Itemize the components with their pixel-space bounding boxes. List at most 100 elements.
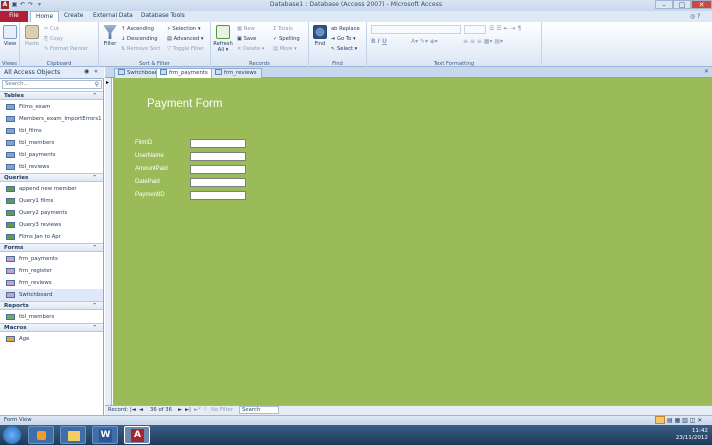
collapse-chevron-icon[interactable]: ⌃ [92,302,97,310]
totals-button[interactable]: Σ Totals [273,25,293,33]
media-player-taskbar-button[interactable] [28,426,54,444]
record-search-placeholder: Search [242,407,261,413]
nav-search-input[interactable]: Search... ⚲ [2,80,102,89]
filter-status[interactable]: No Filter [211,406,233,415]
nav-item[interactable]: tbl_films [0,125,103,137]
nav-item[interactable]: Query2 payments [0,207,103,219]
maximize-button[interactable]: □ [673,0,691,9]
amountpaid-field[interactable] [190,165,246,174]
close-button[interactable]: ✕ [691,0,712,9]
collapse-chevron-icon[interactable]: ⌃ [92,92,97,100]
system-clock[interactable]: 11:42 23/11/2012 [676,428,708,442]
view-switcher-icons[interactable]: ▤ ▦ ▥ ◫ ✕ [667,416,702,425]
prev-record-button[interactable]: ◄ [139,406,143,415]
nav-item[interactable]: Films Jan to Apr [0,231,103,243]
paste-button[interactable]: Paste [23,25,41,47]
next-record-button[interactable]: ► [178,406,182,415]
spelling-button[interactable]: ✓ Spelling [273,35,300,43]
paymentid-field[interactable] [190,191,246,200]
datepaid-field[interactable] [190,178,246,187]
nav-section-tables[interactable]: Tables ⌃ [0,91,103,100]
font-size-combo[interactable] [464,25,486,34]
nav-collapse-icon[interactable]: « [94,68,98,75]
cut-button[interactable]: ✂ Cut [44,25,59,33]
tab-file[interactable]: File [0,11,28,22]
record-search-input[interactable]: Search [239,406,279,414]
doc-tab-frm-payments[interactable]: frm_payments [156,68,213,78]
collapse-chevron-icon[interactable]: ⌃ [92,244,97,252]
doc-tab-frm-reviews[interactable]: frm_reviews [211,68,262,78]
list-icons[interactable]: ☰ ☰ ⇤ ⇥ ¶ [489,25,521,32]
first-record-button[interactable]: |◄ [130,406,136,415]
refresh-all-button[interactable]: Refresh All ▾ [213,25,233,53]
nav-item[interactable]: Switchboard [0,289,103,301]
nav-menu-chevron-icon[interactable]: ◉ [84,68,89,75]
nav-item[interactable]: frm_payments [0,253,103,265]
nav-item[interactable]: Members_exam_ImportErrors1 [0,113,103,125]
nav-item[interactable]: Query1 films [0,195,103,207]
collapse-chevron-icon[interactable]: ⌃ [92,174,97,182]
find-button[interactable]: Find [312,25,328,47]
nav-item[interactable]: tbl_members [0,137,103,149]
explorer-taskbar-button[interactable] [60,426,86,444]
tab-database-tools[interactable]: Database Tools [136,11,190,22]
word-taskbar-button[interactable]: W [92,426,118,444]
tab-home[interactable]: Home [30,11,60,22]
format-painter-button[interactable]: ✎ Format Painter [44,45,88,53]
copy-button[interactable]: ⎘ Copy [44,35,63,43]
font-color-icon[interactable]: A▾ ✎▾ ◈▾ [411,38,438,45]
last-record-button[interactable]: ►| [185,406,191,415]
ascending-button[interactable]: ↑ Ascending [121,25,154,33]
access-taskbar-button[interactable]: A [124,426,150,444]
new-record-nav-button[interactable]: ►* [194,406,201,415]
collapse-chevron-icon[interactable]: ⌃ [92,324,97,332]
nav-header[interactable]: All Access Objects ◉ « [0,67,104,79]
goto-button[interactable]: ➔ Go To ▾ [331,35,356,43]
nav-section-macros[interactable]: Macros ⌃ [0,323,103,332]
remove-sort-button[interactable]: ⇅ Remove Sort [121,45,160,53]
descending-button[interactable]: ↓ Descending [121,35,158,43]
username-field[interactable] [190,152,246,161]
nav-item-label: frm_reviews [19,280,52,286]
nav-item[interactable]: Age [0,333,103,345]
minimize-button[interactable]: – [655,0,673,9]
start-button[interactable] [3,426,21,444]
font-name-combo[interactable] [371,25,461,34]
new-record-button[interactable]: ▦ New [237,25,255,33]
views-group: View Views [0,22,20,67]
selection-button[interactable]: ⚡ Selection ▾ [167,25,200,33]
nav-item[interactable]: tbl_members [0,311,103,323]
record-position-input[interactable]: 36 of 36 [146,406,176,415]
nav-item[interactable]: Query3 reviews [0,219,103,231]
nav-item[interactable]: frm_register [0,265,103,277]
view-button[interactable]: View [2,25,18,47]
help-icon[interactable]: ◎ ? [690,13,700,20]
select-button[interactable]: ↖ Select ▾ [331,45,357,53]
nav-item[interactable]: Films_exam [0,101,103,113]
bold-italic-underline-icons[interactable]: B I U [371,38,387,45]
delete-record-button[interactable]: ✕ Delete ▾ [237,45,264,53]
toggle-filter-button[interactable]: ▽ Toggle Filter [167,45,204,53]
form-view-icon[interactable] [655,416,665,424]
nav-item[interactable]: tbl_reviews [0,161,103,173]
nav-item[interactable]: tbl_payments [0,149,103,161]
more-button[interactable]: ▤ More ▾ [273,45,297,53]
filter-button[interactable]: Filter [102,25,118,47]
close-document-icon[interactable]: ✕ [704,68,709,75]
nav-section-forms[interactable]: Forms ⌃ [0,243,103,252]
nav-section-reports[interactable]: Reports ⌃ [0,301,103,310]
advanced-button[interactable]: ▤ Advanced ▾ [167,35,203,43]
nav-section-queries[interactable]: Queries ⌃ [0,173,103,182]
table-icon [6,164,15,170]
nav-item[interactable]: append new member [0,183,103,195]
tab-create[interactable]: Create [59,11,88,22]
nav-item[interactable]: frm_reviews [0,277,103,289]
alignment-icons[interactable]: ≡ ≡ ≡ ▦▾ ▤▾ [463,38,503,45]
label-filmid: FilmID [135,140,153,146]
filmid-field[interactable] [190,139,246,148]
save-record-button[interactable]: ▣ Save [237,35,256,43]
record-selector[interactable]: ▸ [105,78,112,405]
replace-button[interactable]: ab Replace [331,25,360,33]
tab-external-data[interactable]: External Data [88,11,138,22]
no-filter-icon[interactable]: ⚐ [203,406,208,415]
